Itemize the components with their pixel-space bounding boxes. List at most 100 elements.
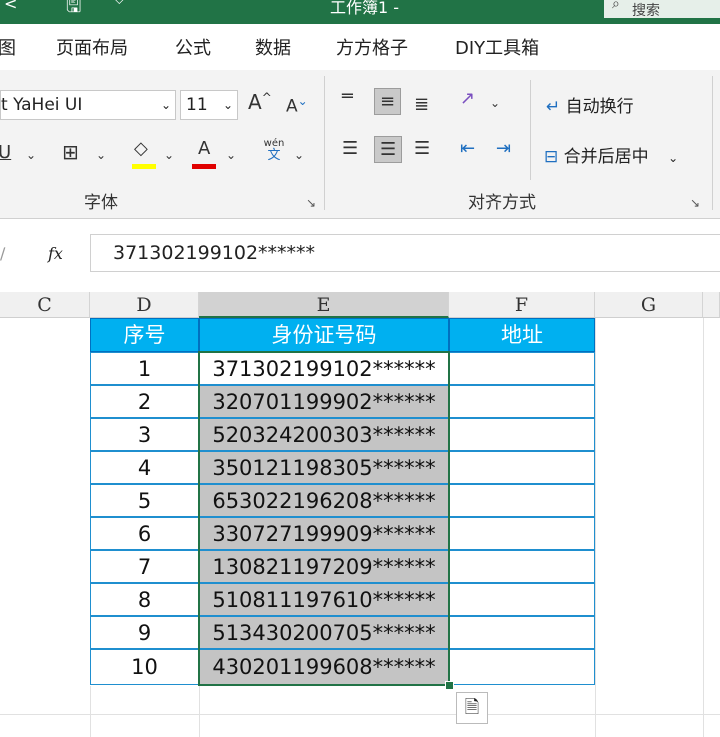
chevron-down-icon[interactable]: ⌄ [164, 148, 174, 162]
gridline [595, 318, 596, 737]
chevron-down-icon[interactable]: ⌄ [294, 148, 304, 162]
group-divider [530, 80, 531, 180]
tab-view[interactable]: 图 [0, 34, 16, 60]
row-number-cell[interactable]: 3 [90, 418, 199, 451]
row-number-cell[interactable]: 8 [90, 583, 199, 616]
search-box[interactable]: ⌕ 搜索 [604, 0, 720, 19]
grow-font-button[interactable]: A^ [248, 90, 272, 114]
dialog-launcher-icon[interactable]: ↘ [306, 196, 316, 210]
header-cell-address[interactable]: 地址 [449, 318, 595, 352]
insert-function-button[interactable]: fx [48, 244, 63, 263]
id-number-cell[interactable]: 513430200705****** [199, 616, 449, 649]
id-number-cell[interactable]: 350121198305****** [199, 451, 449, 484]
column-header-f[interactable]: F [449, 292, 595, 318]
row-number-cell[interactable]: 7 [90, 550, 199, 583]
id-number-cell[interactable]: 510811197610****** [199, 583, 449, 616]
address-cell[interactable] [449, 616, 595, 649]
title-bar: < 🖫 ⌵ 工作簿1 - ⌕ 搜索 [0, 0, 720, 24]
align-top-icon[interactable]: ═ [342, 86, 353, 107]
align-right-icon[interactable]: ☰ [414, 138, 430, 159]
tab-formulas[interactable]: 公式 [175, 34, 211, 60]
fill-color-swatch [132, 164, 156, 169]
group-divider [324, 76, 325, 210]
merge-center-label: 合并后居中 [563, 147, 649, 167]
tab-data[interactable]: 数据 [255, 34, 291, 60]
font-size-value: 11 [186, 95, 208, 115]
row-number-cell[interactable]: 9 [90, 616, 199, 649]
id-number-cell[interactable]: 371302199102****** [199, 352, 449, 385]
font-color-icon[interactable]: A [198, 138, 210, 159]
column-header-next[interactable] [703, 292, 720, 318]
ribbon-tabs: 图 页面布局 公式 数据 方方格子 DIY工具箱 [0, 24, 720, 70]
border-icon[interactable]: ⊞ [62, 140, 79, 164]
group-label-alignment: 对齐方式 [468, 193, 536, 213]
id-number-cell[interactable]: 520324200303****** [199, 418, 449, 451]
chevron-down-icon: ⌄ [160, 98, 171, 112]
chevron-down-icon: ⌄ [222, 98, 233, 112]
row-number-cell[interactable]: 1 [90, 352, 199, 385]
wrap-text-icon: ↵ [546, 97, 561, 117]
cancel-icon[interactable]: ∕ [0, 244, 5, 263]
align-left-icon[interactable]: ☰ [342, 138, 358, 159]
font-name-select[interactable]: t YaHei UI ⌄ [0, 90, 176, 120]
align-bottom-icon[interactable]: ≣ [414, 94, 429, 115]
tab-page-layout[interactable]: 页面布局 [56, 34, 128, 60]
window-title: 工作簿1 - [330, 0, 400, 17]
address-cell[interactable] [449, 418, 595, 451]
address-cell[interactable] [449, 385, 595, 418]
address-cell[interactable] [449, 550, 595, 583]
address-cell[interactable] [449, 451, 595, 484]
row-number-cell[interactable]: 5 [90, 484, 199, 517]
address-cell[interactable] [449, 583, 595, 616]
id-number-cell[interactable]: 130821197209****** [199, 550, 449, 583]
font-name-value: t YaHei UI [1, 95, 83, 115]
wrap-text-button[interactable]: ↵ 自动换行 [546, 92, 634, 117]
orientation-icon[interactable]: ↗ [460, 88, 475, 109]
id-number-cell[interactable]: 430201199608****** [199, 649, 449, 685]
formula-bar: ∕ fx 371302199102****** [0, 226, 720, 278]
save-icon[interactable]: 🖫 [66, 0, 81, 24]
decrease-indent-icon[interactable]: ⇤ [460, 138, 475, 159]
chevron-down-icon[interactable]: ⌄ [96, 148, 106, 162]
column-header-e[interactable]: E [199, 292, 449, 318]
column-header-c[interactable]: C [0, 292, 90, 318]
column-header-d[interactable]: D [90, 292, 199, 318]
chevron-down-icon[interactable]: ⌵ [114, 0, 125, 8]
address-cell[interactable] [449, 517, 595, 550]
quick-analysis-icon[interactable]: 🗎 [456, 692, 488, 724]
dialog-launcher-icon[interactable]: ↘ [690, 196, 700, 210]
id-number-cell[interactable]: 653022196208****** [199, 484, 449, 517]
fill-handle[interactable] [445, 681, 454, 690]
chevron-down-icon[interactable]: ⌄ [26, 148, 36, 162]
formula-input[interactable]: 371302199102****** [90, 234, 720, 272]
tab-diy-toolbox[interactable]: DIY工具箱 [455, 34, 539, 60]
font-size-select[interactable]: 11 ⌄ [180, 90, 238, 120]
increase-indent-icon[interactable]: ⇥ [496, 138, 511, 159]
row-number-cell[interactable]: 6 [90, 517, 199, 550]
address-cell[interactable] [449, 352, 595, 385]
merge-center-button[interactable]: ⊟ 合并后居中 ⌄ [544, 142, 678, 167]
column-header-g[interactable]: G [595, 292, 703, 318]
header-cell-id[interactable]: 身份证号码 [199, 318, 449, 352]
align-middle-icon[interactable]: ≡ [374, 88, 402, 115]
underline-button[interactable]: U [0, 142, 11, 163]
shrink-font-button[interactable]: A⌄ [286, 94, 308, 117]
chevron-down-icon[interactable]: ⌄ [490, 96, 500, 110]
id-number-cell[interactable]: 320701199902****** [199, 385, 449, 418]
fill-color-icon[interactable]: ◇ [134, 138, 148, 159]
align-center-icon[interactable]: ☰ [374, 136, 403, 163]
font-color-swatch [192, 164, 216, 169]
row-number-cell[interactable]: 2 [90, 385, 199, 418]
back-glyph[interactable]: < [4, 0, 17, 13]
address-cell[interactable] [449, 484, 595, 517]
tab-fangfang-gezi[interactable]: 方方格子 [336, 34, 408, 60]
address-cell[interactable] [449, 649, 595, 685]
phonetic-guide-button[interactable]: wén 文 [260, 138, 288, 162]
gridline [0, 714, 720, 715]
gridline [703, 318, 704, 737]
row-number-cell[interactable]: 10 [90, 649, 199, 685]
row-number-cell[interactable]: 4 [90, 451, 199, 484]
header-cell-no[interactable]: 序号 [90, 318, 199, 352]
chevron-down-icon[interactable]: ⌄ [226, 148, 236, 162]
id-number-cell[interactable]: 330727199909****** [199, 517, 449, 550]
